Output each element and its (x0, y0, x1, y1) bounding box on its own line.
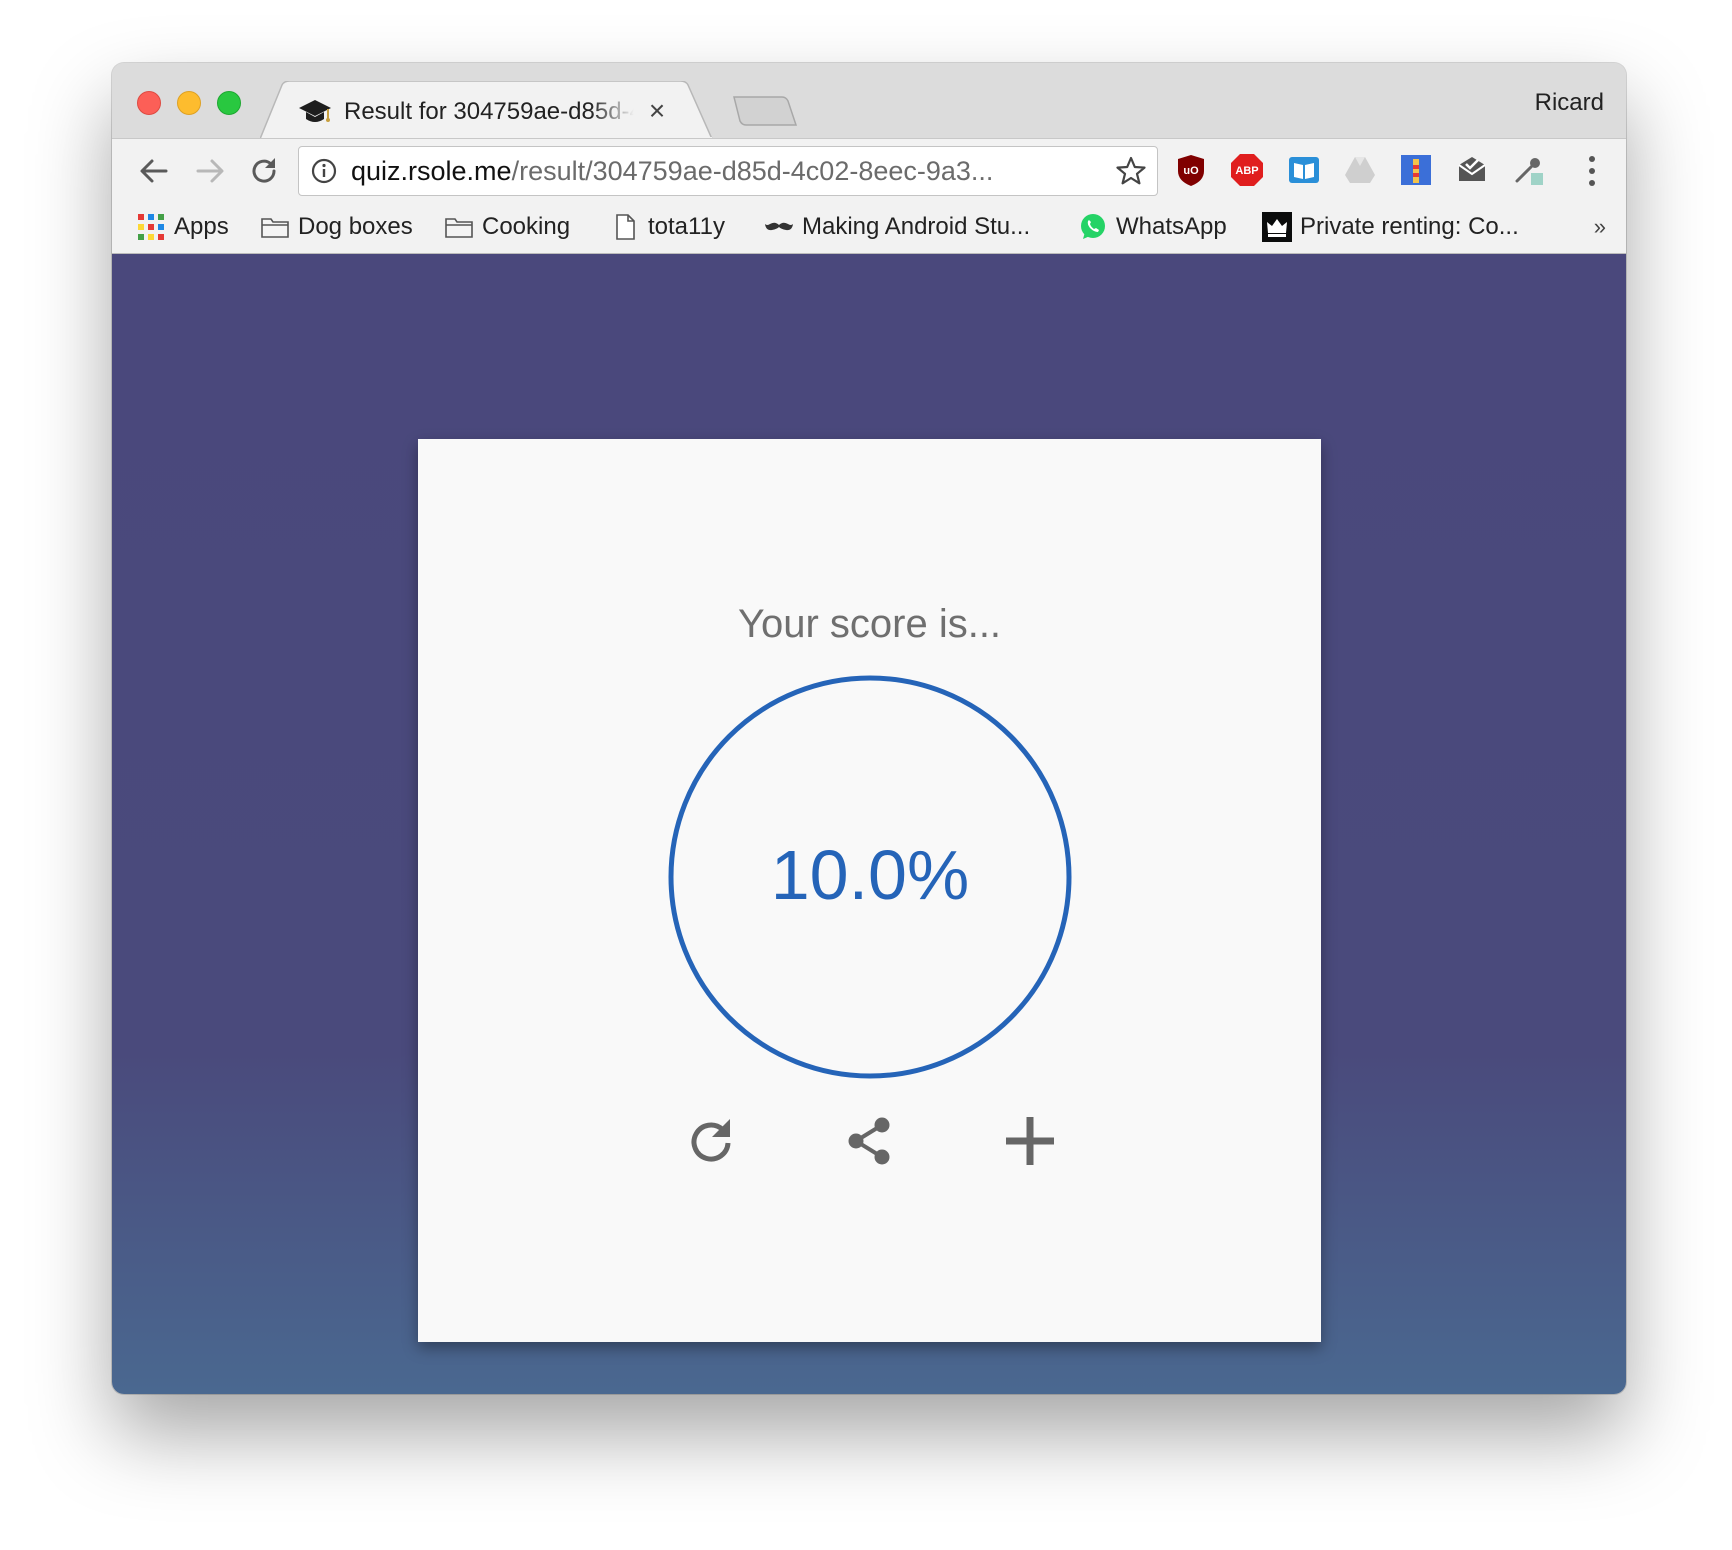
plus-icon (1006, 1117, 1054, 1165)
tab-active[interactable]: Result for 304759ae-d85d-4c02-8eec-9a3 × (260, 81, 714, 139)
bookmark-label: Dog boxes (298, 213, 413, 240)
reader-icon[interactable] (1287, 153, 1321, 187)
address-bar[interactable]: quiz.rsole.me/result/304759ae-d85d-4c02-… (298, 146, 1158, 196)
folder-icon (261, 218, 289, 238)
title-bar: Result for 304759ae-d85d-4c02-8eec-9a3 ×… (112, 63, 1626, 139)
window-maximize-button[interactable] (217, 91, 241, 115)
page-icon (616, 214, 635, 240)
adblock-plus-icon[interactable]: ABP (1230, 153, 1264, 187)
new-quiz-button[interactable] (998, 1109, 1062, 1173)
whatsapp-icon (1081, 214, 1105, 239)
tab-title: Result for 304759ae-d85d-4c02-8eec-9a3 (344, 98, 634, 125)
browser-toolbar: quiz.rsole.me/result/304759ae-d85d-4c02-… (112, 138, 1626, 202)
bookmark-star-icon[interactable] (1115, 155, 1147, 187)
lighthouse-icon[interactable] (1399, 153, 1433, 187)
ublock-icon[interactable]: uO (1174, 153, 1208, 187)
share-icon (848, 1117, 890, 1165)
bookmark-label: Cooking (482, 213, 571, 240)
bookmark-label: Private renting: Co... (1300, 213, 1519, 240)
graduation-cap-icon (299, 100, 331, 122)
bookmark-label: WhatsApp (1116, 213, 1227, 240)
arrow-left-icon (140, 159, 168, 183)
bookmark-private-renting[interactable]: Private renting: Co... (1262, 209, 1519, 245)
bookmark-apps[interactable]: Apps (136, 209, 229, 245)
arrow-right-icon (196, 159, 224, 183)
reload-icon (252, 158, 276, 183)
bookmarks-bar: Apps Dog boxes Cooking tota11y Making An… (112, 201, 1626, 254)
url-path: /result/304759ae-d85d-4c02-8eec-9a3... (511, 156, 994, 186)
profile-name[interactable]: Ricard (1535, 83, 1604, 123)
google-drive-icon[interactable] (1343, 153, 1377, 187)
bookmark-label: tota11y (648, 213, 725, 240)
back-button[interactable] (132, 149, 176, 193)
url-host: quiz.rsole.me (351, 156, 512, 186)
tab-close-button[interactable]: × (642, 93, 672, 129)
refresh-icon (691, 1119, 731, 1162)
mustache-icon (765, 222, 793, 231)
eyedropper-icon[interactable] (1511, 153, 1545, 187)
url-text[interactable]: quiz.rsole.me/result/304759ae-d85d-4c02-… (351, 147, 1081, 195)
bookmark-making-android[interactable]: Making Android Stu... (764, 209, 1030, 245)
page-content: Your score is... 10.0% (112, 254, 1626, 1394)
window-close-button[interactable] (137, 91, 161, 115)
bookmark-whatsapp[interactable]: WhatsApp (1078, 209, 1227, 245)
bookmark-cooking[interactable]: Cooking (444, 209, 570, 245)
window-minimize-button[interactable] (177, 91, 201, 115)
share-button[interactable] (838, 1109, 902, 1173)
score-value: 10.0% (770, 836, 970, 914)
bookmark-dog-boxes[interactable]: Dog boxes (260, 209, 413, 245)
bookmark-label: Making Android Stu... (802, 213, 1031, 240)
bookmark-label: Apps (174, 213, 229, 240)
bookmark-tota11y[interactable]: tota11y (610, 209, 725, 245)
browser-window: Result for 304759ae-d85d-4c02-8eec-9a3 ×… (112, 63, 1626, 1394)
bookmarks-overflow-button[interactable]: » (1594, 209, 1606, 245)
reload-button[interactable] (242, 149, 286, 193)
crown-icon (1262, 212, 1292, 242)
forward-button[interactable] (188, 149, 232, 193)
folder-icon (445, 218, 473, 238)
score-heading: Your score is... (737, 602, 1002, 646)
info-icon[interactable] (311, 158, 337, 184)
svg-text:ABP: ABP (1235, 165, 1258, 177)
apps-grid-icon (138, 214, 164, 240)
result-card: Your score is... 10.0% (418, 439, 1321, 1342)
new-tab-button[interactable] (732, 95, 798, 127)
svg-text:uO: uO (1183, 165, 1199, 177)
retry-button[interactable] (680, 1109, 744, 1173)
mail-check-icon[interactable] (1455, 153, 1489, 187)
browser-menu-icon[interactable] (1586, 153, 1598, 189)
